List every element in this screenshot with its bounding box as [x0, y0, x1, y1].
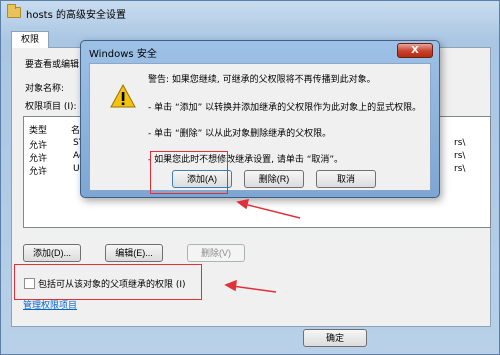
annotation-arrows: [224, 199, 301, 293]
